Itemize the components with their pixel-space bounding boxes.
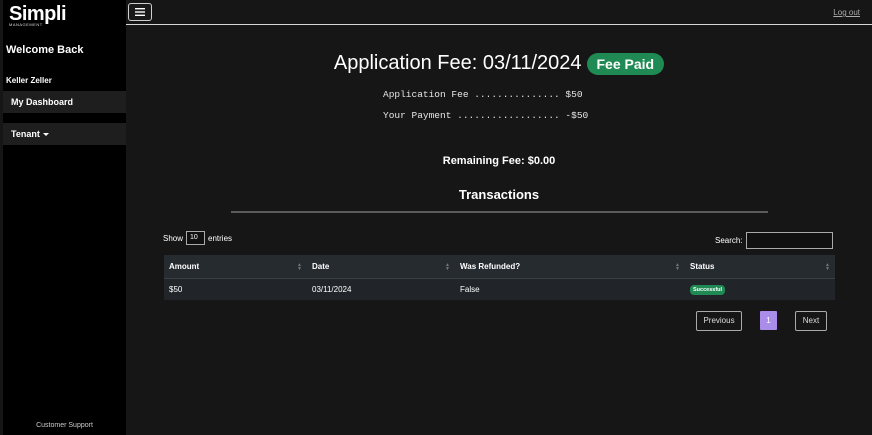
fee-line-payment: Your Payment .................. -$50 [383, 110, 589, 121]
header-label: Amount [169, 261, 200, 271]
cell-status: Successful [685, 277, 835, 300]
status-badge: Successful [690, 284, 726, 295]
logo[interactable]: Simpli MANAGEMENT [9, 3, 69, 27]
search-area: Search: [715, 232, 833, 249]
remaining-fee: Remaining Fee: $0.00 [442, 155, 556, 167]
title-row: Application Fee: 03/11/2024 Fee Paid [126, 52, 872, 75]
header-label: Date [312, 261, 330, 271]
welcome-heading: Welcome Back [6, 44, 84, 56]
cell-refunded: False [455, 277, 685, 300]
column-header-date[interactable]: Date ▲ ▼ [307, 255, 455, 278]
header-label: Status [690, 261, 715, 271]
page-title: Application Fee: 03/11/2024 [333, 52, 582, 74]
fee-line-application: Application Fee ............... $50 [383, 89, 583, 100]
sidebar-item-dashboard[interactable]: My Dashboard [3, 91, 126, 113]
user-name: Keller Zeller [6, 76, 52, 85]
topbar: Log out [126, 0, 872, 25]
fee-status-badge: Fee Paid [586, 52, 665, 75]
next-page-button[interactable]: Next [795, 311, 827, 331]
page-1-button[interactable]: 1 [760, 311, 777, 330]
transactions-heading: Transactions [458, 187, 540, 202]
previous-page-button[interactable]: Previous [696, 311, 742, 331]
cell-date: 03/11/2024 [307, 277, 455, 300]
app-root: Simpli MANAGEMENT Welcome Back Keller Ze… [0, 0, 872, 435]
logo-subtext: MANAGEMENT [9, 22, 43, 27]
column-header-refunded[interactable]: Was Refunded? ▲ ▼ [455, 255, 685, 278]
sort-icon: ▲ ▼ [297, 262, 302, 272]
sidebar-item-label: My Dashboard [11, 97, 74, 107]
column-header-amount[interactable]: Amount ▲ ▼ [164, 255, 307, 278]
sidebar-item-label: Tenant [11, 129, 40, 139]
menu-toggle-button[interactable] [128, 3, 152, 21]
sort-icon: ▲ ▼ [825, 262, 830, 272]
search-input[interactable] [745, 232, 833, 249]
sort-icon: ▲ ▼ [675, 262, 680, 272]
logout-link[interactable]: Log out [833, 8, 860, 17]
sidebar: Simpli MANAGEMENT Welcome Back Keller Ze… [3, 0, 126, 435]
show-entries: Show 10 entries [163, 231, 232, 245]
search-label: Search: [715, 236, 743, 245]
caret-down-icon [42, 133, 49, 137]
cell-amount: $50 [164, 277, 307, 300]
divider [231, 211, 768, 213]
transactions-table: Amount ▲ ▼ Date ▲ ▼ Was Refunded? ▲ ▼ Status ▲ ▼… [164, 255, 835, 300]
table-header-row: Amount ▲ ▼ Date ▲ ▼ Was Refunded? ▲ ▼ Status ▲ ▼ [164, 255, 835, 278]
entries-select[interactable]: 10 [186, 231, 206, 245]
table-row: $50 03/11/2024 False Successful [164, 277, 835, 300]
sort-icon: ▲ ▼ [445, 262, 450, 272]
main-content: Application Fee: 03/11/2024 Fee Paid App… [126, 26, 872, 435]
hamburger-icon [135, 8, 145, 16]
column-header-status[interactable]: Status ▲ ▼ [685, 255, 835, 278]
entries-label: entries [208, 233, 233, 243]
header-label: Was Refunded? [460, 261, 521, 271]
sidebar-item-tenant[interactable]: Tenant [3, 123, 126, 145]
show-label: Show [163, 233, 184, 243]
customer-support-link[interactable]: Customer Support [3, 422, 126, 429]
